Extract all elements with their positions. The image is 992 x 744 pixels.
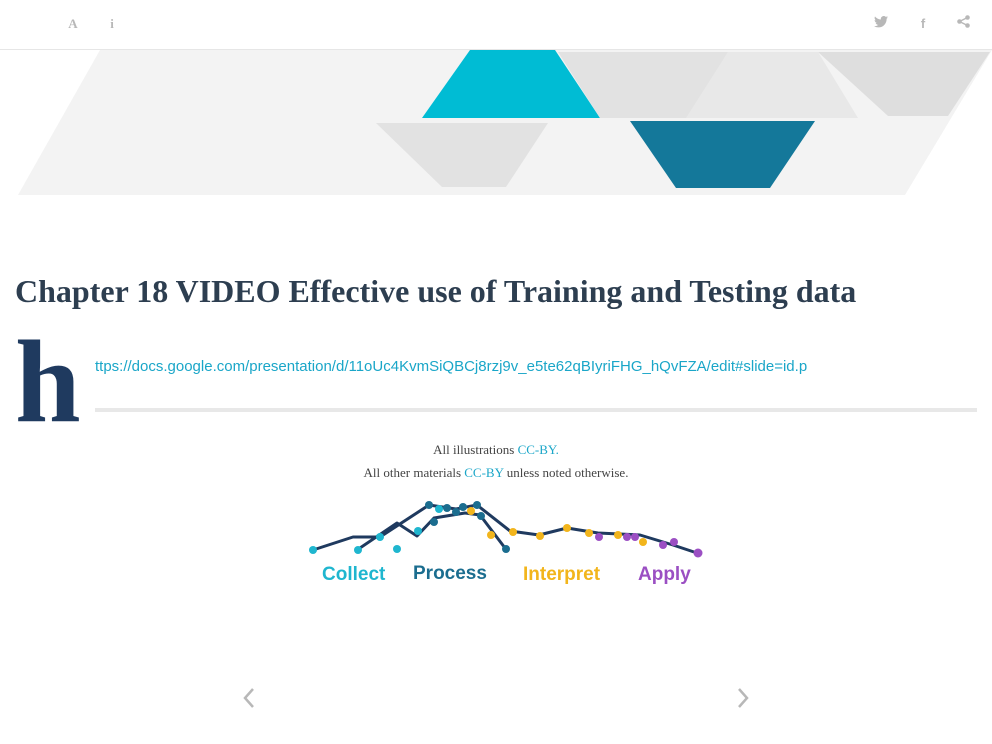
twitter-icon[interactable]	[871, 14, 891, 34]
cc-by-link[interactable]: CC-BY	[464, 465, 503, 480]
chevron-right-icon	[738, 688, 749, 708]
interpret-points	[467, 507, 647, 546]
share-icon[interactable]	[953, 14, 973, 34]
next-page-button[interactable]	[733, 684, 753, 712]
chapter-title: Chapter 18 VIDEO Effective use of Traini…	[15, 273, 857, 309]
previous-page-button[interactable]	[239, 684, 259, 712]
divider	[95, 408, 977, 412]
license-line-illustrations: All illustrations CC-BY.	[433, 442, 559, 457]
cycle-label-process: Process	[413, 563, 487, 584]
cycle-label-apply: Apply	[638, 564, 691, 585]
data-cycle-logo: Collect Process Interpret Apply	[309, 501, 703, 585]
top-toolbar: A i f	[0, 0, 992, 50]
facebook-icon[interactable]: f	[913, 14, 933, 34]
presentation-link[interactable]: ttps://docs.google.com/presentation/d/11…	[95, 358, 807, 375]
cycle-label-interpret: Interpret	[523, 564, 601, 585]
cc-by-link[interactable]: CC-BY.	[518, 442, 559, 457]
font-size-icon[interactable]: A	[63, 14, 83, 34]
chevron-left-icon	[243, 688, 254, 708]
license-line-materials: All other materials CC-BY unless noted o…	[363, 465, 629, 480]
drop-cap-letter: h	[15, 316, 81, 447]
info-icon[interactable]: i	[102, 14, 122, 34]
cycle-label-collect: Collect	[322, 564, 386, 585]
